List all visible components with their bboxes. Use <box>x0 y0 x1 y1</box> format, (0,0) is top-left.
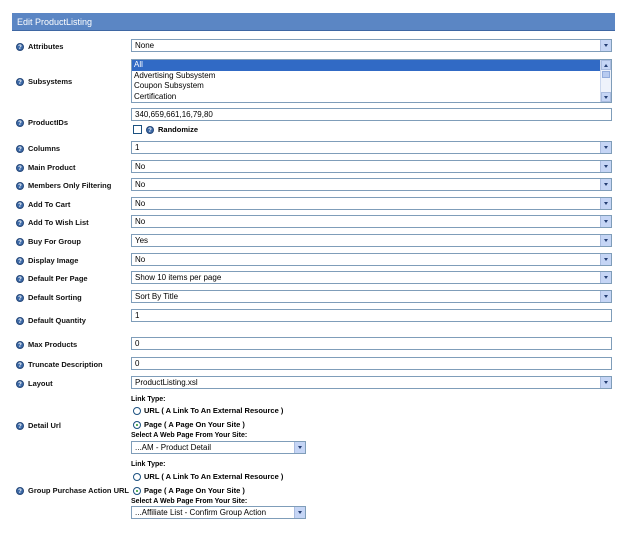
default-sorting-select[interactable]: Sort By Title <box>131 290 612 303</box>
group-purchase-option-url[interactable]: URL ( A Link To An External Resource ) <box>133 472 283 481</box>
attributes-select[interactable]: None <box>131 39 612 52</box>
detail-url-page-select[interactable]: ...AM - Product Detail <box>131 441 306 454</box>
label-group-purchase-action-url: ? Group Purchase Action URL <box>16 486 129 495</box>
help-icon[interactable]: ? <box>16 163 24 172</box>
add-to-cart-select[interactable]: No <box>131 197 612 210</box>
label-add-to-wish-list: ? Add To Wish List <box>16 218 89 227</box>
help-icon[interactable]: ? <box>16 118 24 127</box>
label-default-per-page: ? Default Per Page <box>16 274 88 283</box>
layout-select[interactable]: ProductListing.xsl <box>131 376 612 389</box>
chevron-down-icon[interactable] <box>600 40 611 51</box>
label-default-sorting: ? Default Sorting <box>16 293 82 302</box>
randomize-checkbox[interactable] <box>133 125 142 134</box>
max-products-input[interactable]: 0 <box>131 337 612 350</box>
default-quantity-input[interactable]: 1 <box>131 309 612 322</box>
chevron-down-icon[interactable] <box>600 142 611 153</box>
panel-header: Edit ProductListing <box>12 13 615 31</box>
truncate-description-input[interactable]: 0 <box>131 357 612 370</box>
group-purchase-link-type-label: Link Type: <box>131 461 166 468</box>
detail-url-option-url[interactable]: URL ( A Link To An External Resource ) <box>133 406 283 415</box>
scroll-up-icon[interactable] <box>601 60 611 70</box>
chevron-down-icon[interactable] <box>600 272 611 283</box>
label-product-ids: ? ProductIDs <box>16 118 68 127</box>
group-purchase-select-page-label: Select A Web Page From Your Site: <box>131 498 248 505</box>
help-icon[interactable]: ? <box>16 256 24 265</box>
subsystems-listbox[interactable]: All Advertising Subsystem Coupon Subsyst… <box>131 59 612 103</box>
list-item[interactable]: Certification <box>132 92 600 103</box>
label-buy-for-group: ? Buy For Group <box>16 237 81 246</box>
chevron-down-icon[interactable] <box>294 442 305 453</box>
display-image-select[interactable]: No <box>131 253 612 266</box>
main-product-select[interactable]: No <box>131 160 612 173</box>
help-icon[interactable]: ? <box>16 340 24 349</box>
label-columns: ? Columns <box>16 144 60 153</box>
label-truncate-description: ? Truncate Description <box>16 360 103 369</box>
help-icon[interactable]: ? <box>16 293 24 302</box>
list-item[interactable]: Advertising Subsystem <box>132 71 600 82</box>
radio-page[interactable] <box>133 420 141 429</box>
detail-url-link-type-label: Link Type: <box>131 396 166 403</box>
label-subsystems: ? Subsystems <box>16 77 72 86</box>
help-icon[interactable]: ? <box>16 181 24 190</box>
scroll-thumb[interactable] <box>602 71 610 78</box>
radio-page[interactable] <box>133 486 141 495</box>
help-icon[interactable]: ? <box>146 125 154 134</box>
scrollbar[interactable] <box>600 60 611 102</box>
group-purchase-page-select[interactable]: ...Affiliate List - Confirm Group Action <box>131 506 306 519</box>
chevron-down-icon[interactable] <box>600 377 611 388</box>
radio-url[interactable] <box>133 472 141 481</box>
chevron-down-icon[interactable] <box>600 198 611 209</box>
buy-for-group-select[interactable]: Yes <box>131 234 612 247</box>
help-icon[interactable]: ? <box>16 360 24 369</box>
radio-url[interactable] <box>133 406 141 415</box>
list-item[interactable]: Coupon Subsystem <box>132 81 600 92</box>
chevron-down-icon[interactable] <box>600 254 611 265</box>
label-detail-url: ? Detail Url <box>16 421 61 430</box>
default-per-page-select[interactable]: Show 10 items per page <box>131 271 612 284</box>
members-only-filtering-select[interactable]: No <box>131 178 612 191</box>
list-item[interactable]: All <box>132 60 600 71</box>
randomize-option: ? Randomize <box>133 125 198 134</box>
chevron-down-icon[interactable] <box>600 216 611 227</box>
label-attributes: ? Attributes <box>16 42 63 51</box>
help-icon[interactable]: ? <box>16 274 24 283</box>
label-display-image: ? Display Image <box>16 256 78 265</box>
group-purchase-option-page[interactable]: Page ( A Page On Your Site ) <box>133 486 245 495</box>
chevron-down-icon[interactable] <box>600 161 611 172</box>
chevron-down-icon[interactable] <box>294 507 305 518</box>
chevron-down-icon[interactable] <box>600 291 611 302</box>
help-icon[interactable]: ? <box>16 200 24 209</box>
label-members-only-filtering: ? Members Only Filtering <box>16 181 111 190</box>
help-icon[interactable]: ? <box>16 144 24 153</box>
detail-url-option-page[interactable]: Page ( A Page On Your Site ) <box>133 420 245 429</box>
label-default-quantity: ? Default Quantity <box>16 316 86 325</box>
detail-url-select-page-label: Select A Web Page From Your Site: <box>131 432 248 439</box>
help-icon[interactable]: ? <box>16 316 24 325</box>
help-icon[interactable]: ? <box>16 421 24 430</box>
help-icon[interactable]: ? <box>16 486 24 495</box>
scroll-down-icon[interactable] <box>601 92 611 102</box>
help-icon[interactable]: ? <box>16 379 24 388</box>
chevron-down-icon[interactable] <box>600 179 611 190</box>
help-icon[interactable]: ? <box>16 77 24 86</box>
label-max-products: ? Max Products <box>16 340 77 349</box>
help-icon[interactable]: ? <box>16 42 24 51</box>
product-ids-input[interactable]: 340,659,661,16,79,80 <box>131 108 612 121</box>
help-icon[interactable]: ? <box>16 237 24 246</box>
label-layout: ? Layout <box>16 379 53 388</box>
chevron-down-icon[interactable] <box>600 235 611 246</box>
add-to-wish-list-select[interactable]: No <box>131 215 612 228</box>
help-icon[interactable]: ? <box>16 218 24 227</box>
columns-select[interactable]: 1 <box>131 141 612 154</box>
label-add-to-cart: ? Add To Cart <box>16 200 70 209</box>
label-main-product: ? Main Product <box>16 163 76 172</box>
